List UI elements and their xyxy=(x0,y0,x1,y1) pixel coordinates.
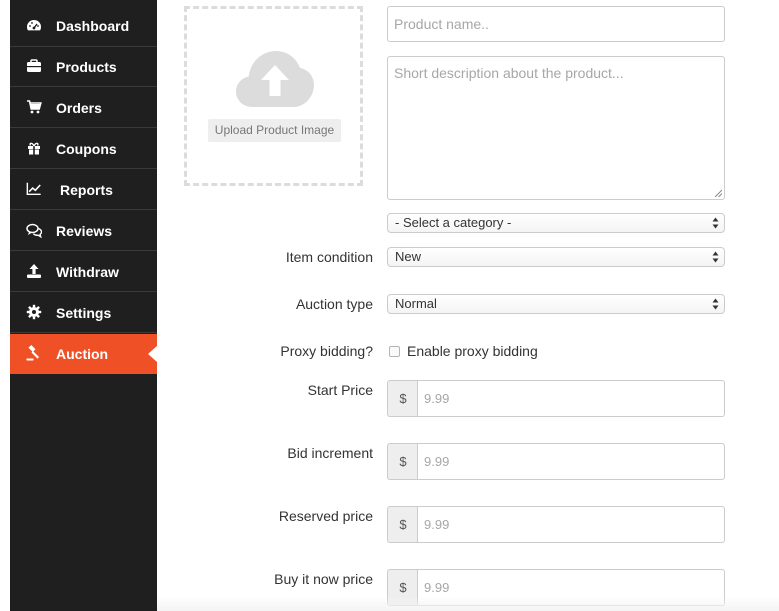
sidebar-item-label: Reviews xyxy=(56,223,113,239)
sidebar-item-label: Coupons xyxy=(56,141,117,157)
currency-addon: $ xyxy=(387,443,418,480)
bid-increment-label: Bid increment xyxy=(287,445,373,461)
description-placeholder: Short description about the product... xyxy=(394,65,624,81)
bid-increment-group: $ 9.99 xyxy=(387,443,725,480)
product-image-upload-area[interactable]: Upload Product Image xyxy=(184,6,363,186)
start-price-label: Start Price xyxy=(307,382,373,398)
buy-now-price-group: $ 9.99 xyxy=(387,569,725,606)
sidebar-item-label: Settings xyxy=(56,305,112,321)
select-arrows-icon xyxy=(712,217,719,229)
sidebar-item-withdraw[interactable]: Withdraw xyxy=(10,252,157,292)
sidebar: Dashboard Products Orders Coupons Report… xyxy=(10,0,157,611)
cloud-upload-icon xyxy=(236,49,314,112)
item-condition-label: Item condition xyxy=(285,249,373,265)
item-condition-value: New xyxy=(395,249,422,264)
proxy-bidding-checkbox-label[interactable]: Enable proxy bidding xyxy=(407,343,538,359)
cart-icon xyxy=(26,99,42,115)
product-name-input[interactable]: Product name.. xyxy=(387,6,725,42)
gavel-icon xyxy=(26,345,42,361)
auction-type-label: Auction type xyxy=(295,296,373,312)
buy-now-price-input[interactable]: 9.99 xyxy=(417,569,725,606)
start-price-group: $ 9.99 xyxy=(387,380,725,417)
product-description-textarea[interactable]: Short description about the product... xyxy=(387,56,725,200)
sidebar-item-auction[interactable]: Auction xyxy=(10,334,157,374)
sidebar-item-orders[interactable]: Orders xyxy=(10,88,157,128)
sidebar-item-reports[interactable]: Reports xyxy=(10,170,157,210)
bid-increment-input[interactable]: 9.99 xyxy=(417,443,725,480)
line-chart-icon xyxy=(26,181,42,197)
currency-addon: $ xyxy=(387,506,418,543)
item-condition-select[interactable]: New xyxy=(387,247,725,267)
select-arrows-icon xyxy=(712,251,719,263)
category-select-value: - Select a category - xyxy=(395,215,512,230)
currency-addon: $ xyxy=(387,569,418,606)
gift-icon xyxy=(26,140,42,156)
sidebar-item-label: Dashboard xyxy=(56,18,130,34)
sidebar-item-coupons[interactable]: Coupons xyxy=(10,129,157,169)
sidebar-item-products[interactable]: Products xyxy=(10,47,157,87)
sidebar-item-dashboard[interactable]: Dashboard xyxy=(10,6,157,47)
dashboard-icon xyxy=(26,17,42,33)
proxy-bidding-checkbox[interactable] xyxy=(389,346,400,357)
sidebar-item-label: Withdraw xyxy=(56,264,119,280)
start-price-input[interactable]: 9.99 xyxy=(417,380,725,417)
sidebar-item-label: Products xyxy=(56,59,117,75)
reserved-price-group: $ 9.99 xyxy=(387,506,725,543)
sidebar-item-label: Reports xyxy=(60,182,113,198)
gear-icon xyxy=(26,304,42,320)
reserved-price-input[interactable]: 9.99 xyxy=(417,506,725,543)
comments-icon xyxy=(26,222,42,238)
resize-handle-icon[interactable] xyxy=(714,189,722,197)
select-arrows-icon xyxy=(712,298,719,310)
sidebar-item-settings[interactable]: Settings xyxy=(10,293,157,333)
sidebar-item-label: Orders xyxy=(56,100,102,116)
category-select[interactable]: - Select a category - xyxy=(387,213,725,233)
auction-type-value: Normal xyxy=(395,296,437,311)
sidebar-item-label: Auction xyxy=(56,346,109,362)
reserved-price-label: Reserved price xyxy=(278,508,373,524)
upload-icon xyxy=(26,263,42,279)
proxy-bidding-label: Proxy bidding? xyxy=(280,343,373,359)
auction-type-select[interactable]: Normal xyxy=(387,294,725,314)
upload-image-button[interactable]: Upload Product Image xyxy=(208,119,341,142)
sidebar-item-reviews[interactable]: Reviews xyxy=(10,211,157,251)
currency-addon: $ xyxy=(387,380,418,417)
briefcase-icon xyxy=(26,58,42,74)
buy-now-price-label: Buy it now price xyxy=(274,571,373,587)
